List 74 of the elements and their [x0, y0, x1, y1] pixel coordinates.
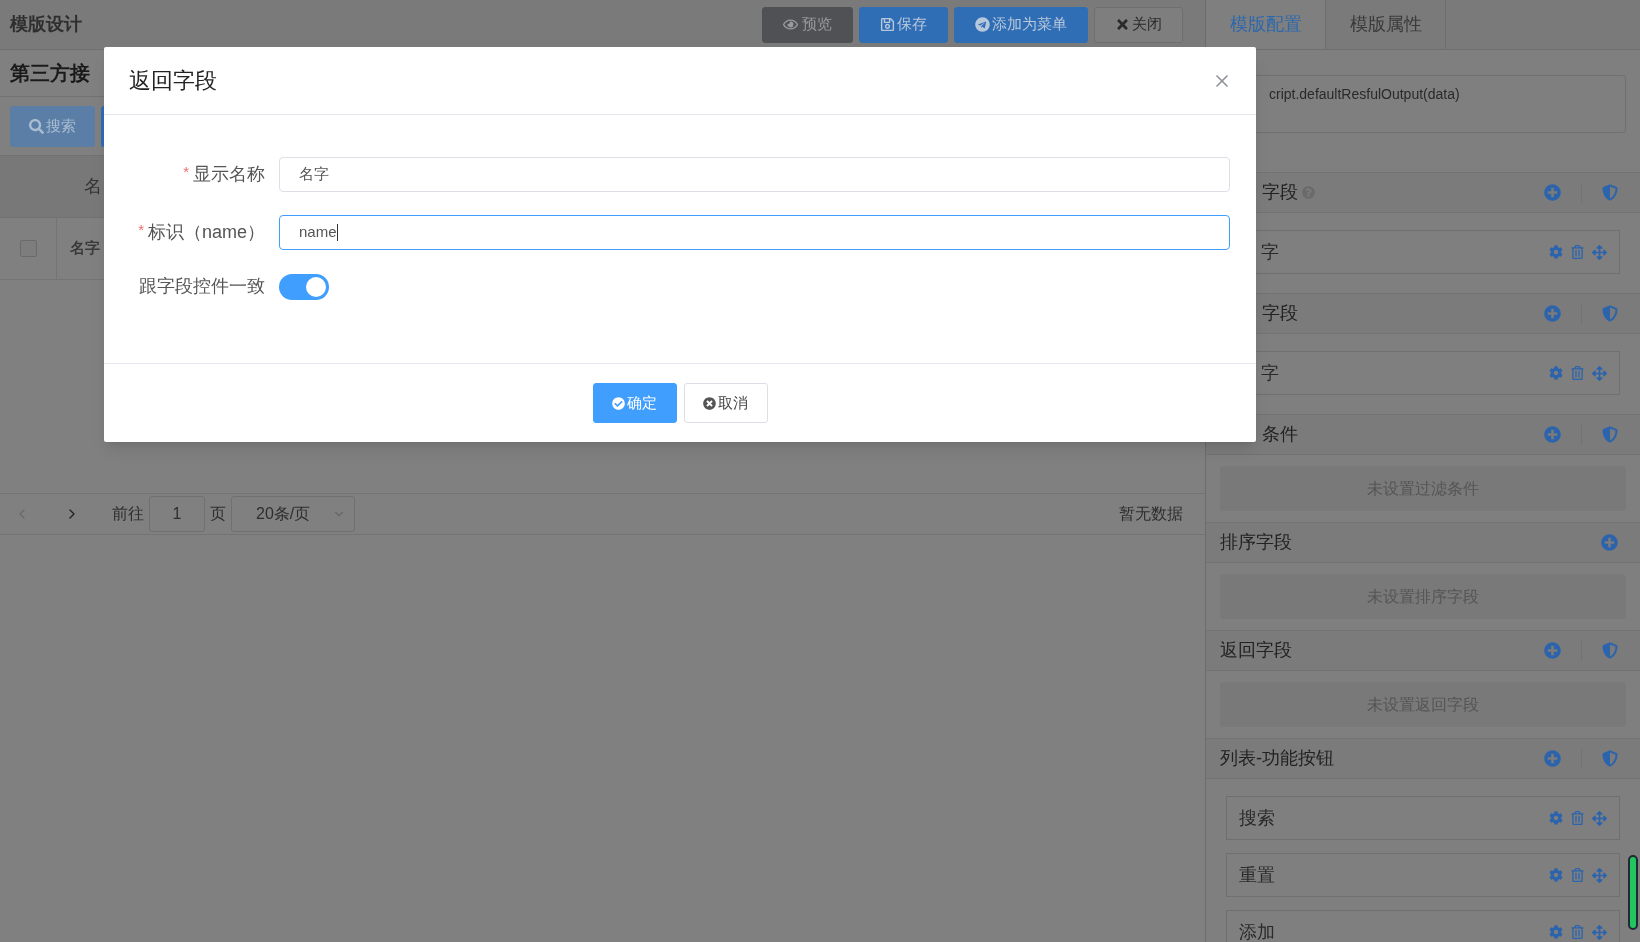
total-text: 暂无数据 — [1119, 504, 1183, 524]
move-icon[interactable] — [1592, 365, 1607, 381]
section-title: 字段 — [1262, 181, 1298, 204]
shield-icon[interactable] — [1602, 305, 1618, 322]
item-label: 重置 — [1239, 863, 1275, 887]
section-title: 列表-功能按钮 — [1220, 747, 1334, 770]
field-item[interactable]: 添加 — [1226, 910, 1620, 942]
dialog-button[interactable]: 取消 — [683, 383, 768, 423]
add-icon[interactable] — [1601, 534, 1618, 551]
gear-icon[interactable] — [1549, 868, 1563, 882]
add-icon[interactable] — [1544, 426, 1561, 443]
toggle-switch[interactable] — [279, 273, 329, 300]
required-mark: * — [138, 220, 144, 240]
move-icon[interactable] — [1592, 924, 1607, 940]
goto-label: 前往 — [112, 504, 144, 524]
page-title: 模版设计 — [10, 13, 82, 36]
page-unit: 页 — [210, 504, 226, 524]
move-icon[interactable] — [1592, 244, 1607, 260]
section-title: 字段 — [1262, 302, 1298, 325]
text-field[interactable]: name — [279, 215, 1230, 250]
column-header: 名 — [84, 175, 102, 198]
trash-icon[interactable] — [1571, 868, 1584, 882]
toolbar-button[interactable]: 添加为菜单 — [954, 6, 1088, 43]
trash-icon[interactable] — [1571, 811, 1584, 825]
check-icon — [612, 396, 625, 410]
required-mark: * — [183, 162, 189, 182]
trash-icon[interactable] — [1571, 366, 1584, 380]
add-icon[interactable] — [1544, 750, 1561, 767]
field-label: 显示名称 — [193, 163, 265, 186]
table-cell-text: 名字 — [70, 238, 100, 259]
move-icon[interactable] — [1592, 867, 1607, 883]
toolbar-button[interactable]: 保存 — [859, 6, 948, 43]
trash-icon[interactable] — [1571, 925, 1584, 939]
cancel-icon — [703, 396, 716, 410]
field-item[interactable]: 重置 — [1226, 853, 1620, 897]
item-label: 添加 — [1239, 920, 1275, 942]
text-field[interactable]: 名字 — [279, 157, 1230, 192]
section-title: 返回字段 — [1220, 639, 1292, 662]
item-label: 搜索 — [1239, 806, 1275, 830]
shield-icon[interactable] — [1602, 750, 1618, 767]
gear-icon[interactable] — [1549, 366, 1563, 380]
dialog-button[interactable]: 确定 — [592, 383, 677, 423]
toolbar-button[interactable]: 预览 — [762, 6, 853, 43]
close-icon — [1115, 17, 1130, 32]
add-icon[interactable] — [1544, 184, 1561, 201]
field-item[interactable]: 搜索 — [1226, 796, 1620, 840]
gear-icon[interactable] — [1549, 811, 1563, 825]
search-icon — [29, 118, 44, 134]
shield-icon[interactable] — [1602, 642, 1618, 659]
field-label: 跟字段控件一致 — [139, 275, 265, 298]
add-icon[interactable] — [1544, 642, 1561, 659]
dialog-title: 返回字段 — [129, 67, 217, 95]
scrollbar-thumb[interactable] — [1628, 855, 1638, 930]
paper-plane-icon — [975, 17, 990, 32]
add-icon[interactable] — [1544, 305, 1561, 322]
field-label: 标识（name） — [147, 221, 265, 244]
gear-icon[interactable] — [1549, 245, 1563, 259]
toolbar-button[interactable]: 关闭 — [1094, 6, 1183, 43]
page-input[interactable]: 1 — [149, 496, 205, 532]
section-title: 排序字段 — [1220, 531, 1292, 554]
shield-icon[interactable] — [1602, 426, 1618, 443]
trash-icon[interactable] — [1571, 245, 1584, 259]
section-title: 条件 — [1262, 423, 1298, 446]
save-icon — [880, 17, 895, 32]
gear-icon[interactable] — [1549, 925, 1563, 939]
search-button[interactable]: 搜索 — [10, 105, 95, 147]
section-title: 第三方接 — [10, 61, 90, 86]
panel-tab[interactable]: 模版属性 — [1326, 0, 1446, 49]
item-label: 字 — [1261, 240, 1279, 264]
move-icon[interactable] — [1592, 810, 1607, 826]
eye-icon — [783, 17, 798, 32]
shield-icon[interactable] — [1602, 184, 1618, 201]
item-label: 字 — [1261, 361, 1279, 385]
page-size-select[interactable]: 20条/页 — [231, 496, 355, 532]
